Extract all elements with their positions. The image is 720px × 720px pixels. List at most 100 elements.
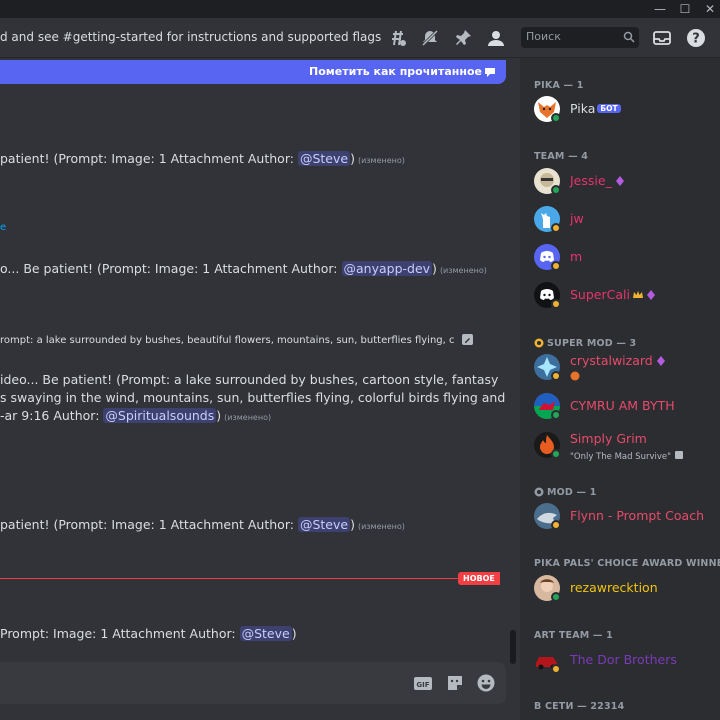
scrollbar[interactable]: [510, 630, 516, 664]
message-composer[interactable]: GIF: [0, 662, 506, 704]
member-category: PIKA — 1: [534, 80, 584, 91]
message-text: -ar 9:16 Author:: [0, 408, 104, 423]
channel-topic[interactable]: d and see #getting-started for instructi…: [0, 30, 381, 44]
member-name: Jessie_: [570, 173, 625, 188]
new-messages-badge: НОВОЕ: [458, 572, 500, 585]
member-name: Simply Grim: [570, 431, 647, 446]
activity-emoji-icon: [570, 371, 580, 381]
message-line: ideo... Be patient! (Prompt: a lake surr…: [0, 372, 499, 387]
message-text: rompt: a lake surrounded by bushes, beau…: [0, 335, 455, 346]
member-name-text: SuperCali: [570, 287, 630, 302]
message-text: ): [291, 626, 297, 641]
new-messages-divider: [0, 578, 496, 579]
crown-icon: [632, 291, 643, 298]
status-online-icon: [551, 449, 561, 459]
mark-read-icon: [485, 68, 495, 77]
member-item[interactable]: rezawrecktion: [534, 573, 714, 605]
user-mention[interactable]: @Steve: [297, 517, 351, 532]
edit-icon[interactable]: [461, 334, 473, 345]
inbox-icon[interactable]: [652, 28, 672, 48]
member-item[interactable]: jw: [534, 204, 714, 236]
user-mention[interactable]: @Steve: [297, 151, 351, 166]
link-fragment[interactable]: e: [0, 222, 6, 233]
svg-text:?: ?: [692, 32, 700, 47]
mark-as-read-label: Пометить как прочитанное: [309, 65, 482, 78]
user-mention[interactable]: @anyapp-dev: [341, 261, 433, 276]
user-mention[interactable]: @Steve: [239, 626, 292, 641]
sticker-icon[interactable]: [445, 673, 465, 693]
status-idle-icon: [551, 520, 561, 530]
member-category: SUPER MOD — 3: [534, 338, 636, 349]
member-item[interactable]: crystalwizard: [534, 352, 714, 384]
mod-role-icon: [534, 487, 544, 497]
status-online-icon: [551, 113, 561, 123]
member-name: m: [570, 249, 583, 264]
message-close-paren: ): [350, 517, 355, 532]
member-item[interactable]: SuperCali: [534, 280, 714, 312]
edited-label: (изменено): [357, 522, 405, 531]
status-online-icon: [551, 410, 561, 420]
member-item[interactable]: Simply Grim "Only The Mad Survive": [534, 430, 714, 462]
category-label: MOD — 1: [547, 487, 597, 498]
member-name: rezawrecktion: [570, 580, 658, 595]
edited-label: (изменено): [224, 413, 272, 422]
channel-header: d and see #getting-started for instructi…: [0, 18, 720, 58]
member-name: CYMRU AM BYTH: [570, 398, 675, 413]
member-item[interactable]: Pika БОТ: [534, 94, 714, 126]
category-label: SUPER MOD — 3: [547, 338, 637, 349]
message-line: o... Be patient! (Prompt: Image: 1 Attac…: [0, 261, 487, 276]
status-online-icon: [551, 592, 561, 602]
emoji-icon[interactable]: [476, 673, 496, 693]
member-list-icon[interactable]: [486, 28, 506, 48]
member-item[interactable]: CYMRU AM BYTH: [534, 391, 714, 423]
message-text: patient! (Prompt: Image: 1 Attachment Au…: [0, 151, 298, 166]
threads-icon[interactable]: [388, 28, 408, 48]
title-bar: — ☐ ✕: [0, 0, 720, 18]
super-mod-role-icon: [534, 338, 544, 348]
member-item[interactable]: Flynn - Prompt Coach: [534, 501, 714, 533]
gif-icon[interactable]: GIF: [413, 673, 433, 693]
boost-gem-icon: [656, 356, 665, 366]
message-text: Prompt: Image: 1 Attachment Author:: [0, 626, 240, 641]
status-idle-icon: [551, 223, 561, 233]
search-placeholder: Поиск: [526, 30, 561, 43]
member-name-text: crystalwizard: [570, 353, 653, 368]
bot-badge: БОТ: [597, 104, 621, 113]
member-name: SuperCali: [570, 287, 656, 302]
member-name: jw: [570, 211, 584, 226]
member-item[interactable]: The Dor Brothers: [534, 645, 714, 677]
member-status-text: "Only The Mad Survive": [570, 450, 684, 462]
message-text: patient! (Prompt: Image: 1 Attachment Au…: [0, 517, 298, 532]
message-close-paren: ): [216, 408, 222, 423]
member-item[interactable]: Jessie_: [534, 166, 714, 198]
member-category: В СЕТИ — 22314: [534, 701, 625, 712]
search-input[interactable]: Поиск: [521, 27, 639, 48]
member-category: MOD — 1: [534, 487, 597, 498]
status-idle-icon: [551, 371, 561, 381]
member-name: crystalwizard: [570, 353, 666, 368]
help-icon[interactable]: ?: [686, 28, 706, 48]
member-name: Flynn - Prompt Coach: [570, 508, 705, 523]
custom-status-icon: [675, 451, 684, 459]
message-line: s swaying in the wind, mountains, sun, b…: [0, 390, 506, 405]
search-icon: [623, 31, 635, 43]
message-close-paren: ): [350, 151, 355, 166]
message-line: rompt: a lake surrounded by bushes, beau…: [0, 334, 473, 346]
member-name: Pika БОТ: [570, 101, 621, 116]
status-idle-icon: [551, 664, 561, 674]
minimize-button[interactable]: —: [650, 1, 670, 17]
member-item[interactable]: m: [534, 242, 714, 274]
close-button[interactable]: ✕: [700, 1, 720, 17]
status-idle-icon: [551, 261, 561, 271]
member-category: ART TEAM — 1: [534, 630, 613, 641]
user-mention[interactable]: @Spiritualsounds: [103, 408, 217, 423]
notification-muted-icon[interactable]: [420, 28, 440, 48]
message-line: patient! (Prompt: Image: 1 Attachment Au…: [0, 517, 405, 532]
mark-as-read-bar[interactable]: Пометить как прочитанное: [0, 60, 506, 84]
pin-icon[interactable]: [453, 28, 473, 48]
maximize-button[interactable]: ☐: [675, 1, 695, 17]
status-idle-icon: [551, 299, 561, 309]
member-name-text: Pika: [570, 101, 596, 116]
member-category: PIKA PALS' CHOICE AWARD WINNE...: [534, 558, 720, 569]
status-online-icon: [551, 185, 561, 195]
